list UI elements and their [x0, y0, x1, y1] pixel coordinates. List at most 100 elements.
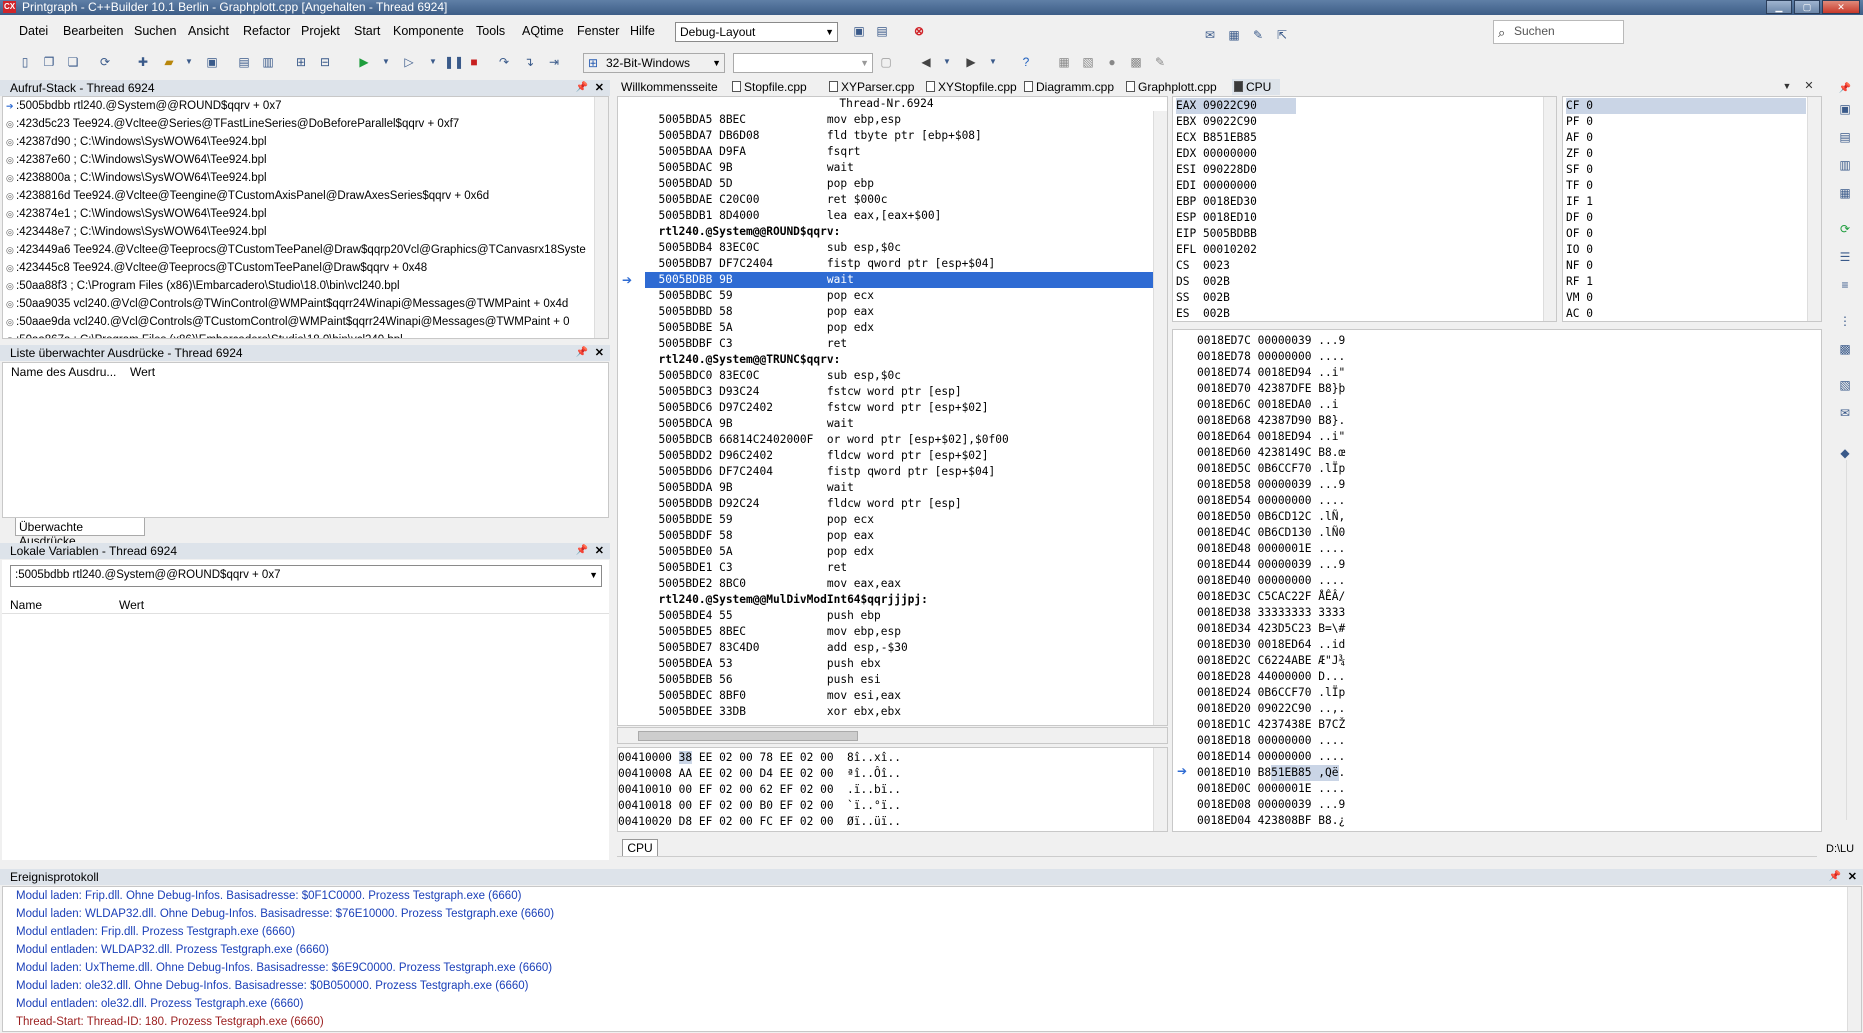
class-explorer-icon[interactable]: ≡	[1836, 276, 1854, 293]
disasm-row[interactable]: 5005BDEB 56 push esi	[645, 672, 1155, 688]
menu-bearbeiten[interactable]: Bearbeiten	[63, 24, 123, 38]
horizontal-scrollbar[interactable]	[617, 727, 1168, 744]
stack-row[interactable]: 0018ED38 33333333 3333	[1197, 605, 1757, 621]
help-icon[interactable]: ?	[1017, 53, 1035, 70]
callstack-row[interactable]: ◎:423445c8 Tee924.@Vcltee@Teeprocs@TCust…	[3, 259, 608, 277]
column-header-name[interactable]: Name	[10, 598, 42, 612]
scrollbar[interactable]	[1846, 460, 1860, 820]
stack-row[interactable]: 0018ED64 0018ED94 ..i"	[1197, 429, 1757, 445]
scrollbar[interactable]	[594, 97, 608, 338]
disasm-row[interactable]: 5005BDAE C20C00 ret $000c	[645, 192, 1155, 208]
callstack-row[interactable]: ➔:5005bdbb rtl240.@System@@ROUND$qqrv + …	[3, 97, 608, 115]
stack-row[interactable]: 0018ED0C 0000001E ....	[1197, 781, 1757, 797]
flag-row[interactable]: DF 0	[1566, 210, 1806, 226]
disasm-row[interactable]: 5005BDB1 8D4000 lea eax,[eax+$00]	[645, 208, 1155, 224]
stack-row[interactable]: 0018ED50 0B6CD12C .lÑ,	[1197, 509, 1757, 525]
disasm-row[interactable]: 5005BDBB 9B wait	[645, 272, 1155, 288]
disasm-row[interactable]: 5005BDDF 58 pop eax	[645, 528, 1155, 544]
new-form-icon[interactable]: ▩	[1127, 53, 1145, 70]
toggle-form-icon[interactable]: ●	[1103, 53, 1121, 70]
close-file-icon[interactable]: ▥	[259, 53, 277, 70]
menu-start[interactable]: Start	[354, 24, 380, 38]
disasm-row[interactable]: 5005BDD6 DF7C2404 fistp qword ptr [esp+$…	[645, 464, 1155, 480]
flag-row[interactable]: SF 0	[1566, 162, 1806, 178]
maximize-button[interactable]: ▢	[1794, 0, 1820, 14]
disasm-row[interactable]: 5005BDCB 66814C2402000F or word ptr [esp…	[645, 432, 1155, 448]
disasm-row[interactable]: 5005BDEA 53 push ebx	[645, 656, 1155, 672]
callstack-row[interactable]: ◎:50aa88f3 ; C:\Program Files (x86)\Emba…	[3, 277, 608, 295]
stack-row[interactable]: 0018ED34 423D5C23 B=\#	[1197, 621, 1757, 637]
event-row[interactable]: Thread-Start: Thread-ID: 180. Prozess Te…	[3, 1013, 1861, 1031]
register-row[interactable]: ESP 0018ED10	[1176, 210, 1296, 226]
calendar-icon[interactable]: ▦	[1225, 26, 1243, 43]
stack-row[interactable]: 0018ED08 00000039 ...9	[1197, 797, 1757, 813]
column-header-value[interactable]: Wert	[119, 598, 144, 612]
scrollbar[interactable]	[1543, 97, 1556, 321]
outline-icon[interactable]: ⋮	[1836, 312, 1854, 329]
pin-icon[interactable]: 📌	[576, 543, 588, 559]
stack-row[interactable]: 0018ED58 00000039 ...9	[1197, 477, 1757, 493]
disasm-row[interactable]: 5005BDA7 DB6D08 fld tbyte ptr [ebp+$08]	[645, 128, 1155, 144]
disasm-row[interactable]: 5005BDE0 5A pop edx	[645, 544, 1155, 560]
disasm-row[interactable]: 5005BDBC 59 pop ecx	[645, 288, 1155, 304]
disasm-row[interactable]: 5005BDEC 8BF0 mov esi,eax	[645, 688, 1155, 704]
pin-icon[interactable]: 📌	[1829, 869, 1841, 885]
chevron-down-icon[interactable]: ▼	[1778, 77, 1796, 94]
back-icon[interactable]: ◀	[917, 53, 935, 70]
pin-icon[interactable]: 📌	[576, 345, 588, 361]
callstack-row[interactable]: ◎:42387d90 ; C:\Windows\SysWOW64\Tee924.…	[3, 133, 608, 151]
register-row[interactable]: EAX 09022C90	[1176, 98, 1296, 114]
step-over-icon[interactable]: ↷	[495, 53, 513, 70]
run-to-cursor-icon[interactable]: ⇥	[545, 53, 563, 70]
flag-row[interactable]: TF 0	[1566, 178, 1806, 194]
disasm-row[interactable]: 5005BDE2 8BC0 mov eax,eax	[645, 576, 1155, 592]
set-layout-icon[interactable]: ▤	[873, 22, 891, 39]
options-icon[interactable]: ▢	[877, 53, 895, 70]
chevron-down-icon[interactable]: ▼	[984, 53, 1002, 70]
tab-stopfile-cpp[interactable]: Stopfile.cpp	[730, 79, 820, 95]
tab-watched-expressions[interactable]: Überwachte Ausdrücke	[15, 518, 145, 548]
callstack-row[interactable]: ◎:423d5c23 Tee924.@Vcltee@Series@TFastLi…	[3, 115, 608, 133]
stack-row[interactable]: 0018ED2C C6224ABE Æ"J¾	[1197, 653, 1757, 669]
chevron-down-icon[interactable]: ▼	[377, 53, 395, 70]
close-icon[interactable]: ✕	[595, 345, 604, 361]
messages-icon[interactable]: ✉	[1836, 404, 1854, 421]
flag-row[interactable]: IF 1	[1566, 194, 1806, 210]
palette-icon[interactable]: ◆	[1836, 444, 1854, 461]
menu-aqtime[interactable]: AQtime	[522, 24, 564, 38]
callstack-row[interactable]: ◎:4238816d Tee924.@Vcltee@Teengine@TCust…	[3, 187, 608, 205]
register-row[interactable]: DS 002B	[1176, 274, 1296, 290]
tab-xystopfile-cpp[interactable]: XYStopfile.cpp	[924, 79, 1017, 95]
register-row[interactable]: EFL 00010202	[1176, 242, 1296, 258]
chevron-down-icon[interactable]: ▼	[938, 53, 956, 70]
stack-row[interactable]: 0018ED54 00000000 ....	[1197, 493, 1757, 509]
flag-row[interactable]: NF 0	[1566, 258, 1806, 274]
tab-graphplott-cpp[interactable]: Graphplott.cpp	[1124, 79, 1226, 95]
new-project-icon[interactable]: ✚	[134, 53, 152, 70]
new-file-icon[interactable]: ▯	[16, 53, 34, 70]
flag-row[interactable]: CF 0	[1566, 98, 1806, 114]
event-row[interactable]: Modul laden: UxTheme.dll. Ohne Debug-Inf…	[3, 959, 1861, 977]
flag-row[interactable]: AF 0	[1566, 130, 1806, 146]
register-row[interactable]: EBX 09022C90	[1176, 114, 1296, 130]
app-icon[interactable]: CX	[3, 1, 16, 13]
object-inspector-icon[interactable]: ▧	[1836, 376, 1854, 393]
stack-row[interactable]: 0018ED74 0018ED94 ..i"	[1197, 365, 1757, 381]
disasm-row[interactable]: 5005BDE1 C3 ret	[645, 560, 1155, 576]
callstack-row[interactable]: ◎:423448e7 ; C:\Windows\SysWOW64\Tee924.…	[3, 223, 608, 241]
flag-row[interactable]: IO 0	[1566, 242, 1806, 258]
remove-from-project-icon[interactable]: ⊟	[316, 53, 334, 70]
disasm-row[interactable]: 5005BDBD 58 pop eax	[645, 304, 1155, 320]
scrollbar[interactable]	[1153, 111, 1167, 725]
menu-hilfe[interactable]: Hilfe	[630, 24, 655, 38]
event-row[interactable]: Modul laden: ole32.dll. Ohne Debug-Infos…	[3, 977, 1861, 995]
register-row[interactable]: SS 002B	[1176, 290, 1296, 306]
callstack-row[interactable]: ◎:423874e1 ; C:\Windows\SysWOW64\Tee924.…	[3, 205, 608, 223]
disasm-row[interactable]: 5005BDDB D92C24 fldcw word ptr [esp]	[645, 496, 1155, 512]
disasm-row[interactable]: 5005BDCA 9B wait	[645, 416, 1155, 432]
menu-refactor[interactable]: Refactor	[243, 24, 290, 38]
register-row[interactable]: ESI 090228D0	[1176, 162, 1296, 178]
event-row[interactable]: Modul laden: WLDAP32.dll. Ohne Debug-Inf…	[3, 905, 1861, 923]
callstack-row[interactable]: ◎:50aa867a ; C:\Program Files (x86)\Emba…	[3, 331, 608, 338]
menu-fenster[interactable]: Fenster	[577, 24, 619, 38]
